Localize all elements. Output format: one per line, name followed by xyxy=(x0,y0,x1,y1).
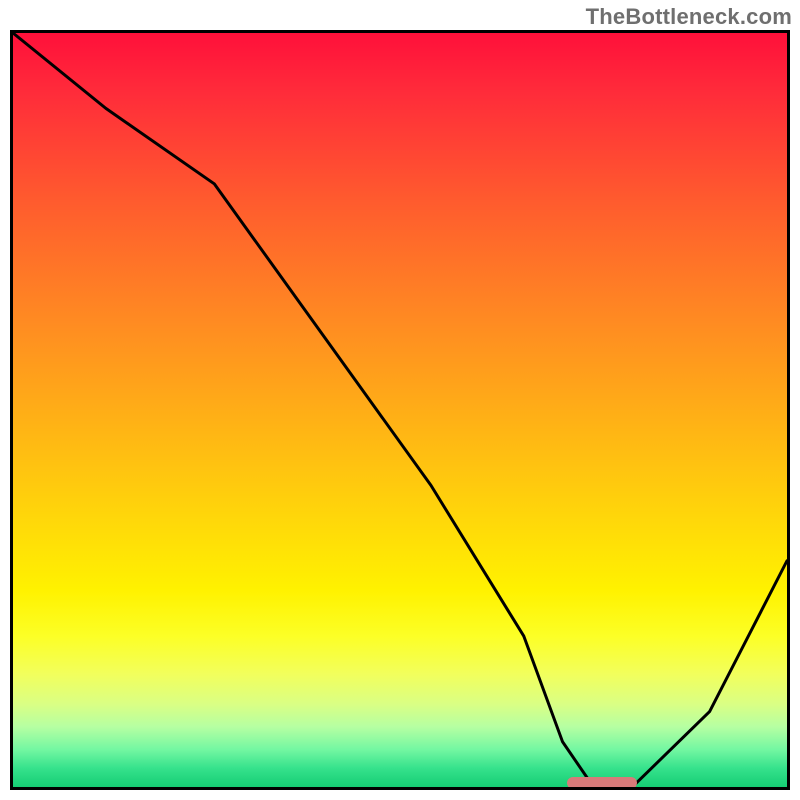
curve-svg xyxy=(13,33,787,787)
bottleneck-curve xyxy=(13,33,787,787)
optimal-range-marker xyxy=(567,777,637,789)
chart-container: TheBottleneck.com xyxy=(0,0,800,800)
plot-frame xyxy=(10,30,790,790)
watermark-text: TheBottleneck.com xyxy=(586,4,792,30)
